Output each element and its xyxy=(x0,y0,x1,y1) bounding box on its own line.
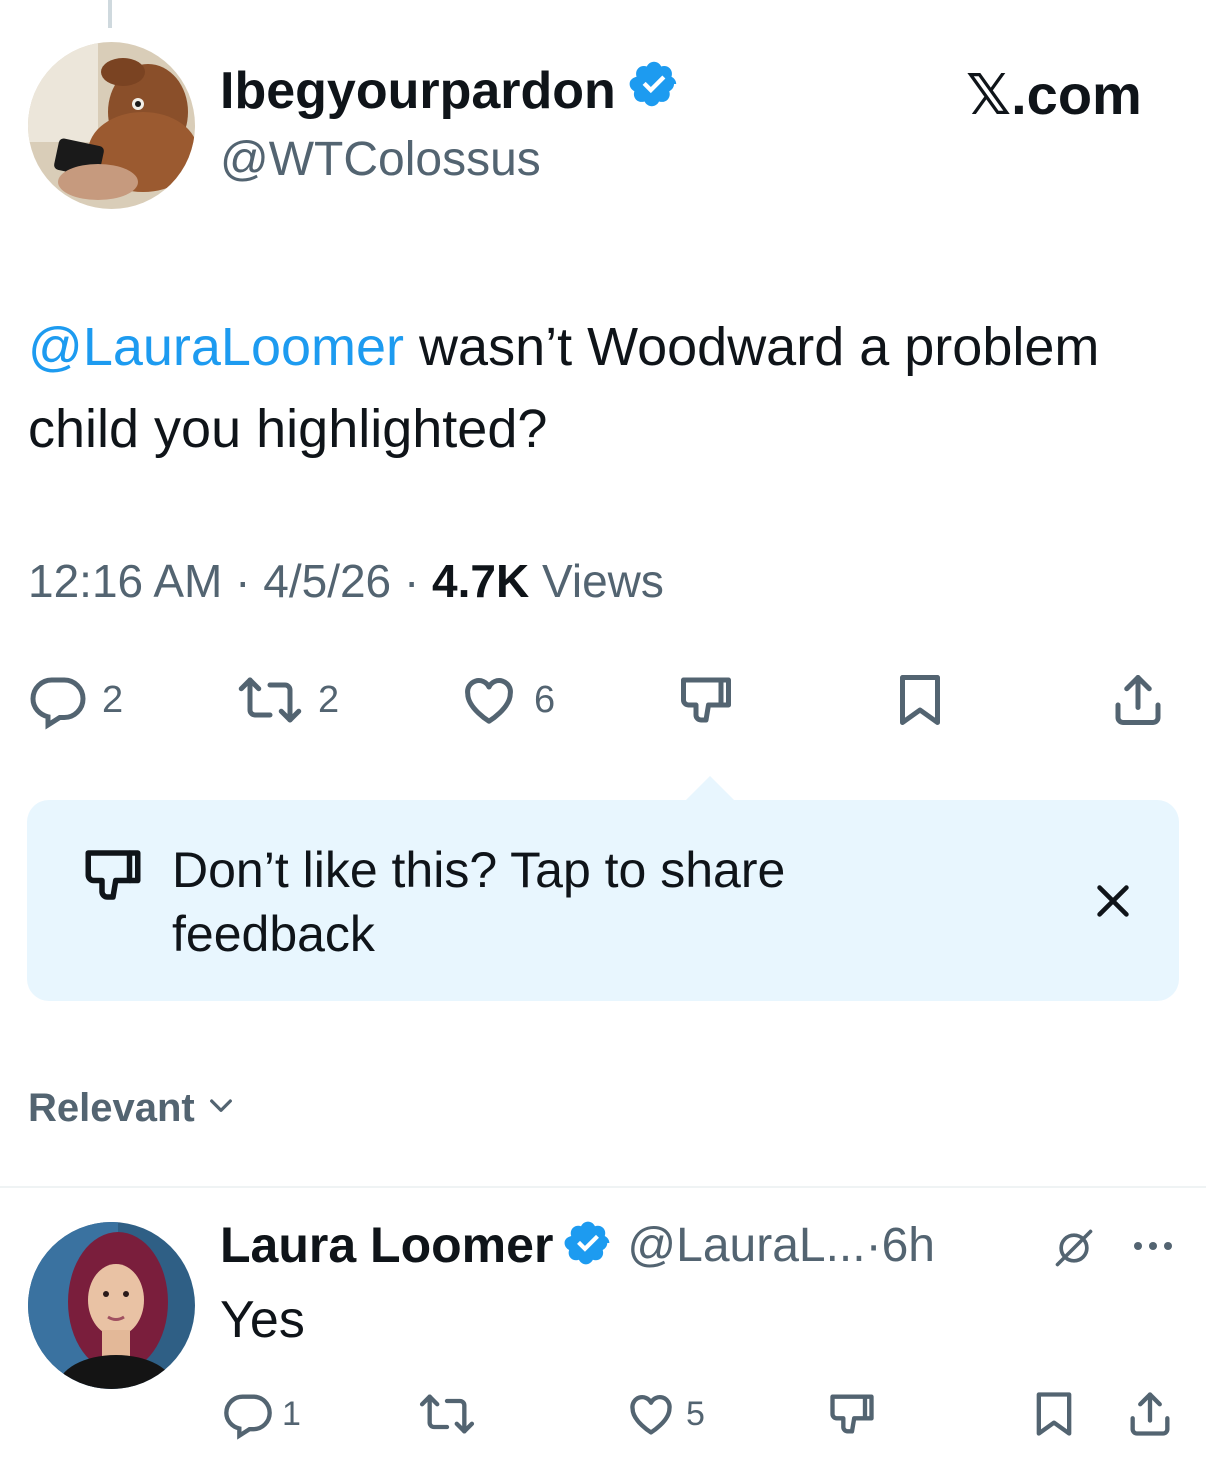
bookmark-icon xyxy=(1028,1388,1080,1440)
reply-count: 2 xyxy=(102,678,124,721)
reply-repost-button[interactable] xyxy=(418,1388,476,1440)
share-button[interactable] xyxy=(1108,670,1168,730)
reply-share-button[interactable] xyxy=(1124,1388,1176,1440)
dislike-button[interactable] xyxy=(676,670,736,730)
nudge-text: Don’t like this? Tap to share feedback xyxy=(172,842,786,962)
more-icon[interactable] xyxy=(1130,1234,1176,1263)
reply-dislike-button[interactable] xyxy=(826,1388,878,1440)
mention-link[interactable]: @LauraLoomer xyxy=(28,317,404,377)
author-avatar[interactable] xyxy=(28,42,195,209)
separator-dot: · xyxy=(403,555,433,607)
nudge-dislike-icon xyxy=(80,842,146,913)
reply-reply-button[interactable]: 1 xyxy=(222,1388,301,1440)
grok-icon[interactable] xyxy=(1052,1226,1096,1275)
nudge-pointer xyxy=(684,776,736,802)
reply-author-handle[interactable]: @LauraL... xyxy=(627,1218,865,1273)
sort-label: Relevant xyxy=(28,1086,195,1130)
author-handle[interactable]: @WTColossus xyxy=(220,132,541,187)
separator-dot: · xyxy=(235,555,264,607)
reply-like-button[interactable]: 5 xyxy=(624,1388,705,1440)
reply-like-count: 5 xyxy=(686,1394,705,1433)
source-label: 𝕏.com xyxy=(966,63,1142,126)
separator-dot: · xyxy=(865,1218,882,1272)
bookmark-icon xyxy=(890,670,950,730)
repost-button[interactable]: 2 xyxy=(236,670,339,730)
reply-reply-count: 1 xyxy=(282,1394,301,1433)
tweet-time[interactable]: 12:16 AM xyxy=(28,555,222,607)
reply-icon xyxy=(222,1388,274,1440)
dislike-icon xyxy=(826,1388,878,1440)
repost-icon xyxy=(418,1388,476,1440)
sort-dropdown[interactable]: Relevant xyxy=(28,1086,237,1131)
like-button[interactable]: 6 xyxy=(458,670,555,730)
thread-connector-line xyxy=(108,0,112,28)
repost-count: 2 xyxy=(318,678,340,721)
bookmark-button[interactable] xyxy=(890,670,950,730)
tweet-date[interactable]: 4/5/26 xyxy=(263,555,391,607)
like-count: 6 xyxy=(534,678,556,721)
reply-header: Laura Loomer @LauraL... · 6h xyxy=(220,1216,935,1274)
views-count[interactable]: 4.7K xyxy=(432,555,529,607)
verified-badge-icon xyxy=(563,1218,613,1273)
views-label: Views xyxy=(542,555,664,607)
like-icon xyxy=(624,1388,678,1440)
author-name-text: Ibegyourpardon xyxy=(220,61,616,120)
reply-author-name[interactable]: Laura Loomer xyxy=(220,1216,553,1274)
tweet-text: @LauraLoomer wasn’t Woodward a problem c… xyxy=(28,306,1178,470)
reply-time[interactable]: 6h xyxy=(882,1218,935,1273)
reply-button[interactable]: 2 xyxy=(28,670,123,730)
share-icon xyxy=(1108,670,1168,730)
dislike-icon xyxy=(676,670,736,730)
repost-icon xyxy=(236,670,304,730)
chevron-down-icon xyxy=(205,1086,237,1131)
reply-icon xyxy=(28,670,88,730)
reply-bookmark-button[interactable] xyxy=(1028,1388,1080,1440)
tweet-meta: 12:16 AM · 4/5/26 · 4.7K Views xyxy=(28,554,664,608)
close-icon[interactable] xyxy=(1090,878,1136,929)
reply-author-avatar[interactable] xyxy=(28,1222,195,1389)
section-divider xyxy=(0,1186,1206,1188)
author-name[interactable]: Ibegyourpardon xyxy=(220,58,680,123)
reply-text: Yes xyxy=(220,1291,305,1349)
like-icon xyxy=(458,670,520,730)
share-icon xyxy=(1124,1388,1176,1440)
verified-badge-icon xyxy=(628,58,680,123)
